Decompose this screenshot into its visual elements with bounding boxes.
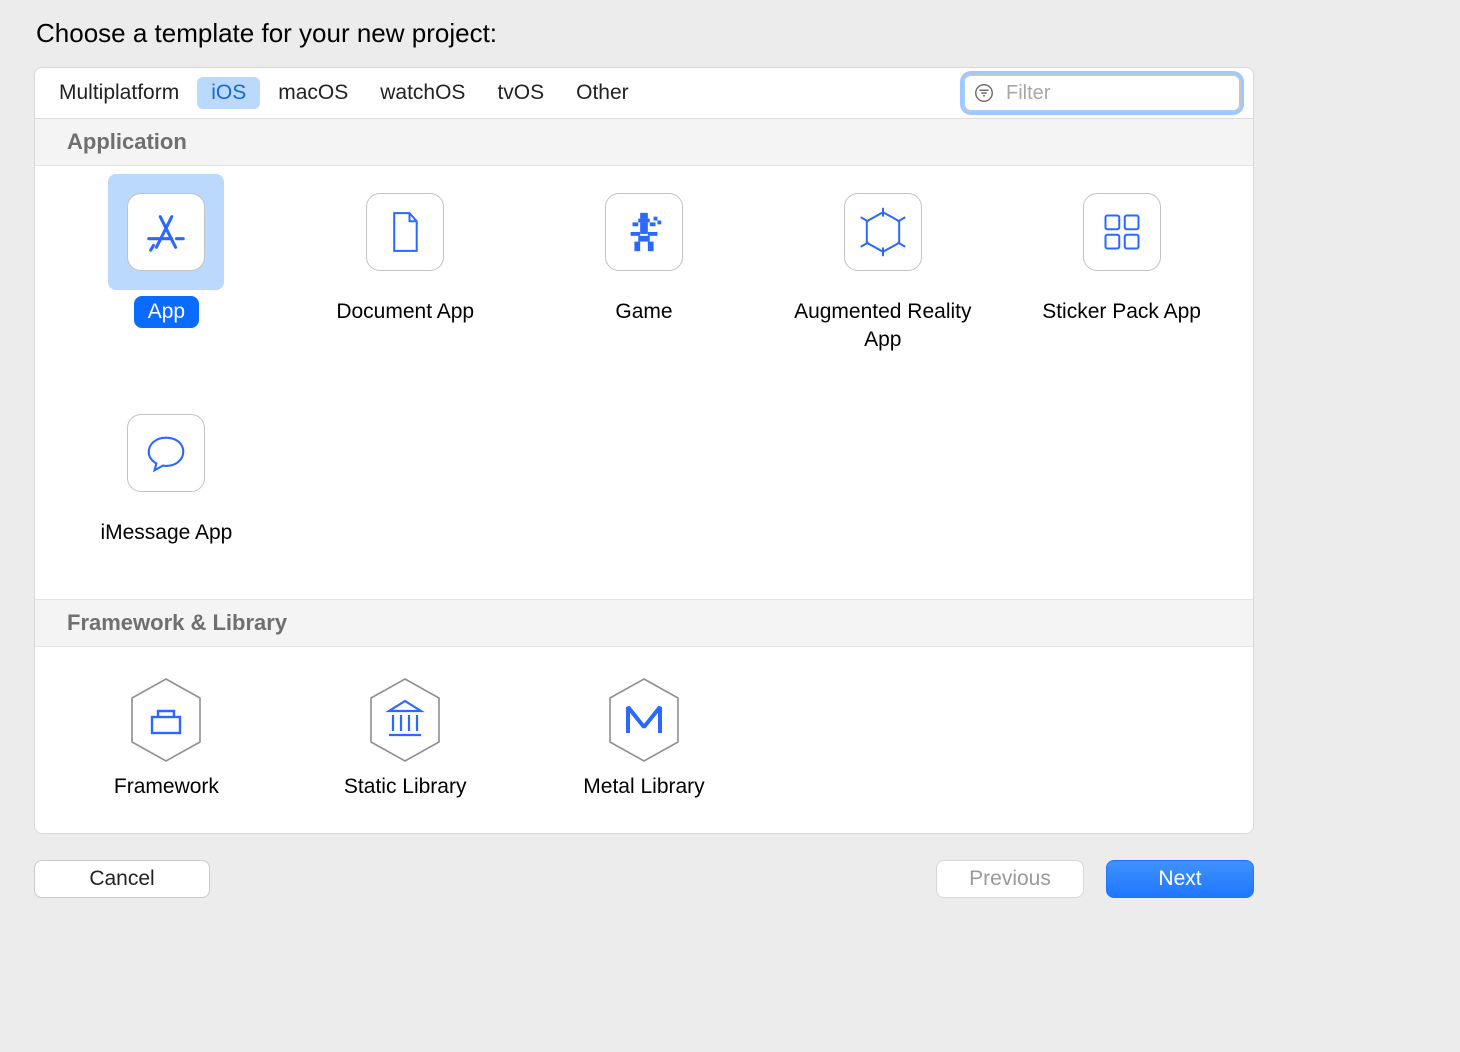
template-sticker-pack-label: Sticker Pack App: [1028, 296, 1215, 328]
section-header-framework: Framework & Library: [35, 599, 1253, 647]
template-app-label: App: [134, 296, 199, 328]
filter-input[interactable]: [963, 74, 1241, 112]
application-templates-grid: App Document App: [35, 166, 1253, 599]
tab-macos[interactable]: macOS: [264, 77, 362, 109]
framework-templates-grid: Framework: [35, 647, 1253, 834]
new-project-template-chooser: Choose a template for your new project: …: [0, 0, 1288, 928]
platform-tabs: Multiplatform iOS macOS watchOS tvOS Oth…: [35, 68, 1253, 119]
library-icon: [365, 675, 445, 765]
game-icon: [605, 193, 683, 271]
footer-buttons: Cancel Previous Next: [34, 860, 1254, 898]
template-static-library[interactable]: Static Library: [286, 667, 525, 803]
chat-icon: [127, 414, 205, 492]
main-panel: Multiplatform iOS macOS watchOS tvOS Oth…: [34, 67, 1254, 834]
template-ar-label: Augmented Reality App: [773, 296, 993, 357]
grid-icon: [1083, 193, 1161, 271]
template-document-app[interactable]: Document App: [286, 166, 525, 357]
template-game-label: Game: [601, 296, 686, 328]
template-imessage-label: iMessage App: [86, 517, 246, 549]
template-framework[interactable]: Framework: [47, 667, 286, 803]
ar-icon: [844, 193, 922, 271]
page-title: Choose a template for your new project:: [36, 18, 1254, 49]
tab-other[interactable]: Other: [562, 77, 643, 109]
metal-icon: [604, 675, 684, 765]
template-metal-library-label: Metal Library: [569, 771, 718, 803]
tab-watchos[interactable]: watchOS: [366, 77, 479, 109]
tab-tvos[interactable]: tvOS: [483, 77, 558, 109]
template-game[interactable]: Game: [525, 166, 764, 357]
template-document-app-label: Document App: [322, 296, 488, 328]
app-store-icon: [127, 193, 205, 271]
cancel-button[interactable]: Cancel: [34, 860, 210, 898]
tab-ios[interactable]: iOS: [197, 77, 260, 109]
next-button[interactable]: Next: [1106, 860, 1254, 898]
template-imessage-app[interactable]: iMessage App: [47, 387, 286, 549]
section-header-application: Application: [35, 119, 1253, 166]
template-augmented-reality-app[interactable]: Augmented Reality App: [763, 166, 1002, 357]
template-framework-label: Framework: [100, 771, 233, 803]
framework-icon: [126, 675, 206, 765]
template-static-library-label: Static Library: [330, 771, 481, 803]
tab-multiplatform[interactable]: Multiplatform: [45, 77, 193, 109]
document-icon: [366, 193, 444, 271]
filter-field-wrap: [963, 74, 1241, 112]
template-app[interactable]: App: [47, 166, 286, 357]
filter-icon: [973, 82, 995, 104]
template-sticker-pack-app[interactable]: Sticker Pack App: [1002, 166, 1241, 357]
previous-button[interactable]: Previous: [936, 860, 1084, 898]
template-metal-library[interactable]: Metal Library: [525, 667, 764, 803]
